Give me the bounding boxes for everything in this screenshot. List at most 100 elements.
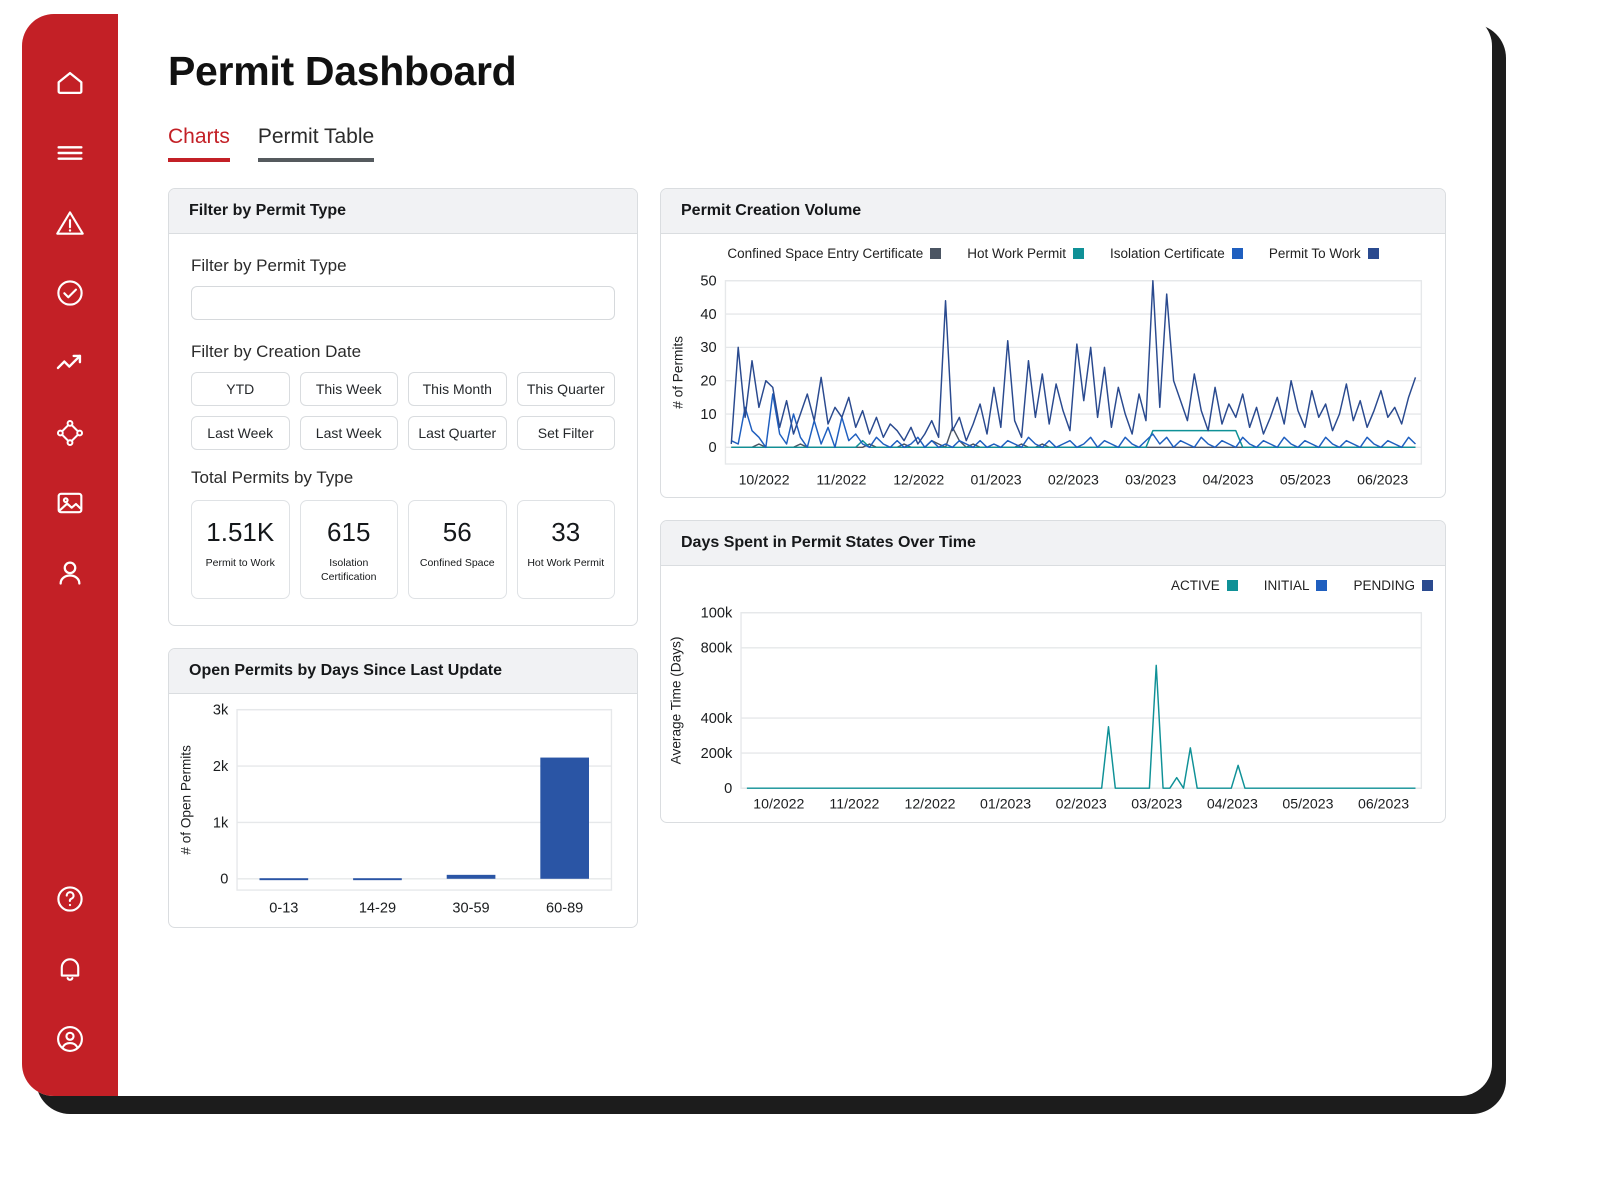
svg-text:Average Time (Days): Average Time (Days) bbox=[669, 637, 684, 765]
sidebar-item-alerts[interactable] bbox=[47, 200, 93, 246]
open-permits-chart: 0 1k 2k 3k # of Open Permits 0-13 14-29 30-59 60… bbox=[169, 694, 637, 927]
svg-text:2k: 2k bbox=[213, 759, 229, 775]
svg-text:3k: 3k bbox=[213, 703, 229, 719]
legend-item[interactable]: PENDING bbox=[1353, 578, 1433, 593]
svg-text:30-59: 30-59 bbox=[452, 901, 489, 917]
legend-swatch-icon bbox=[1422, 580, 1433, 592]
open-permits-bar-chart: 0 1k 2k 3k # of Open Permits 0-13 14-29 30-59 60… bbox=[178, 703, 613, 917]
kpi-label: Confined Space bbox=[419, 557, 495, 569]
date-button-ytd[interactable]: YTD bbox=[191, 372, 290, 406]
svg-text:# of Permits: # of Permits bbox=[671, 336, 686, 409]
svg-text:0-13: 0-13 bbox=[269, 901, 298, 917]
totals-label: Total Permits by Type bbox=[191, 468, 354, 487]
svg-text:11/2022: 11/2022 bbox=[829, 796, 879, 812]
creation-volume-panel: Permit Creation Volume Confined Space En… bbox=[660, 188, 1446, 499]
tab-charts[interactable]: Charts bbox=[168, 125, 230, 162]
svg-text:06/2023: 06/2023 bbox=[1357, 471, 1408, 487]
sidebar-item-account[interactable] bbox=[47, 1016, 93, 1062]
svg-text:400k: 400k bbox=[701, 711, 733, 727]
filter-panel-body: Filter by Permit Type Filter by Creation… bbox=[169, 234, 637, 625]
svg-text:10/2022: 10/2022 bbox=[753, 796, 804, 812]
sidebar-item-approvals[interactable] bbox=[47, 270, 93, 316]
svg-text:# of Open Permits: # of Open Permits bbox=[178, 745, 193, 855]
sidebar-bottom bbox=[47, 876, 93, 1066]
sidebar bbox=[22, 14, 118, 1096]
svg-text:1k: 1k bbox=[213, 816, 229, 832]
days-states-legend: ACTIVE INITIAL PENDING bbox=[661, 566, 1445, 599]
svg-text:40: 40 bbox=[700, 307, 716, 323]
creation-volume-legend: Confined Space Entry Certificate Hot Work… bbox=[661, 234, 1445, 267]
legend-swatch-icon bbox=[1073, 248, 1085, 259]
svg-text:800k: 800k bbox=[701, 641, 733, 657]
days-spent-states-line-chart: 0 200k 400k 800k 100k 10/2022 11/2022 12/2022 01… bbox=[669, 606, 1423, 812]
legend-swatch-icon bbox=[930, 248, 942, 259]
legend-swatch-icon bbox=[1367, 248, 1379, 259]
date-buttons-row-1: YTD This Week This Month This Quarter bbox=[191, 372, 615, 406]
svg-text:03/2023: 03/2023 bbox=[1131, 796, 1182, 812]
date-button-this-month[interactable]: This Month bbox=[408, 372, 507, 406]
days-states-chart: 0 200k 400k 800k 100k 10/2022 11/2022 12/2022 01… bbox=[661, 599, 1445, 821]
date-button-this-quarter[interactable]: This Quarter bbox=[516, 372, 615, 406]
date-button-last-week-2[interactable]: Last Week bbox=[299, 416, 398, 450]
legend-label: ACTIVE bbox=[1170, 578, 1220, 594]
sidebar-item-notifications[interactable] bbox=[47, 946, 93, 992]
legend-item[interactable]: Confined Space Entry Certificate bbox=[727, 246, 942, 261]
legend-item[interactable]: Hot Work Permit bbox=[967, 246, 1085, 261]
sidebar-item-home[interactable] bbox=[47, 60, 93, 106]
left-column: Filter by Permit Type Filter by Permit T… bbox=[168, 188, 638, 950]
sidebar-item-people[interactable] bbox=[47, 550, 93, 596]
sidebar-item-help[interactable] bbox=[47, 876, 93, 922]
svg-text:10/2022: 10/2022 bbox=[739, 471, 790, 487]
kpi-value: 56 bbox=[442, 517, 472, 547]
tab-permit-table[interactable]: Permit Table bbox=[257, 125, 375, 162]
permit-type-input[interactable] bbox=[191, 286, 615, 320]
kpi-value: 615 bbox=[327, 517, 371, 547]
days-states-panel-header: Days Spent in Permit States Over Time bbox=[661, 521, 1445, 567]
svg-text:200k: 200k bbox=[701, 746, 733, 762]
svg-text:12/2022: 12/2022 bbox=[893, 471, 944, 487]
date-button-set-filter[interactable]: Set Filter bbox=[516, 416, 615, 450]
legend-label: Confined Space Entry Certificate bbox=[727, 246, 924, 261]
sidebar-item-network[interactable] bbox=[47, 410, 93, 456]
right-column: Permit Creation Volume Confined Space En… bbox=[660, 188, 1446, 845]
svg-text:30: 30 bbox=[700, 340, 716, 356]
legend-item[interactable]: ACTIVE bbox=[1171, 578, 1238, 593]
svg-text:50: 50 bbox=[700, 274, 716, 290]
svg-text:11/2022: 11/2022 bbox=[816, 471, 866, 487]
legend-item[interactable]: INITIAL bbox=[1264, 578, 1328, 593]
svg-text:02/2023: 02/2023 bbox=[1048, 471, 1099, 487]
kpi-label: Hot Work Permit bbox=[527, 557, 605, 569]
date-button-last-week[interactable]: Last Week bbox=[191, 416, 290, 450]
sidebar-item-menu[interactable] bbox=[47, 130, 93, 176]
legend-item[interactable]: Isolation Certificate bbox=[1110, 246, 1243, 261]
svg-text:14-29: 14-29 bbox=[359, 901, 396, 917]
legend-label: INITIAL bbox=[1263, 578, 1310, 594]
days-states-panel: Days Spent in Permit States Over Time AC… bbox=[660, 520, 1446, 823]
kpi-confined-space: 56 Confined Space bbox=[408, 500, 507, 600]
svg-text:05/2023: 05/2023 bbox=[1280, 471, 1331, 487]
main-content: Permit Dashboard Charts Permit Table Fil… bbox=[118, 14, 1492, 1096]
kpi-label: Permit to Work bbox=[205, 557, 275, 569]
sidebar-item-media[interactable] bbox=[47, 480, 93, 526]
kpi-hot-work-permit: 33 Hot Work Permit bbox=[516, 500, 615, 600]
legend-swatch-icon bbox=[1316, 580, 1328, 592]
creation-volume-panel-header: Permit Creation Volume bbox=[661, 189, 1445, 234]
svg-text:0: 0 bbox=[709, 440, 717, 456]
page-title: Permit Dashboard bbox=[168, 48, 517, 94]
legend-item[interactable]: Permit To Work bbox=[1269, 246, 1379, 261]
filter-panel: Filter by Permit Type Filter by Permit T… bbox=[168, 188, 638, 627]
legend-label: PENDING bbox=[1353, 578, 1415, 594]
svg-text:60-89: 60-89 bbox=[546, 901, 583, 917]
svg-text:03/2023: 03/2023 bbox=[1125, 471, 1176, 487]
app-window: Permit Dashboard Charts Permit Table Fil… bbox=[22, 14, 1492, 1096]
date-button-last-quarter[interactable]: Last Quarter bbox=[408, 416, 507, 450]
kpi-label: Isolation Certification bbox=[321, 557, 377, 584]
filter-panel-header: Filter by Permit Type bbox=[169, 189, 637, 234]
creation-date-label: Filter by Creation Date bbox=[191, 342, 362, 361]
svg-text:12/2022: 12/2022 bbox=[904, 796, 955, 812]
date-button-this-week[interactable]: This Week bbox=[299, 372, 398, 406]
sidebar-item-analytics[interactable] bbox=[47, 340, 93, 386]
date-buttons-row-2: Last Week Last Week Last Quarter Set Fil… bbox=[191, 416, 615, 450]
svg-text:100k: 100k bbox=[701, 606, 733, 622]
svg-text:02/2023: 02/2023 bbox=[1056, 796, 1107, 812]
